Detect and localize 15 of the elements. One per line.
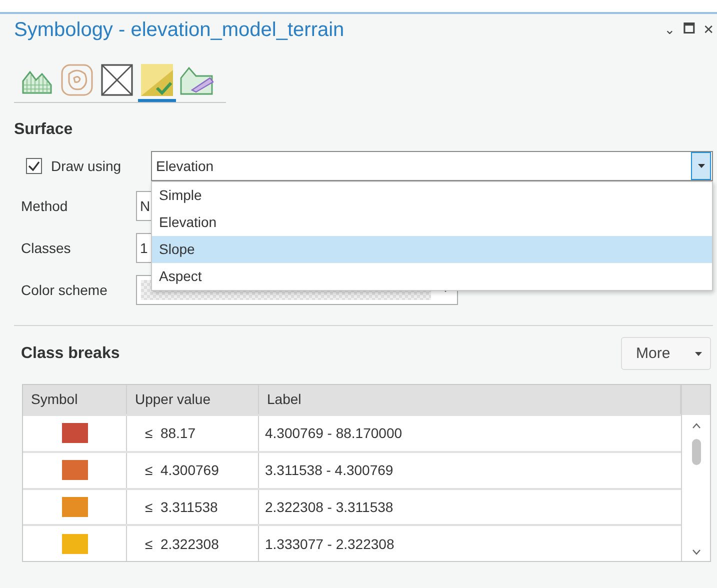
section-heading: Surface: [14, 121, 74, 139]
table-cell: ≤ 3.311538: [127, 490, 259, 524]
field-label: Color scheme: [20, 282, 108, 298]
table-cell-text: 4.300769 - 88.170000: [264, 424, 404, 444]
checkbox-label: Draw using: [51, 158, 122, 174]
section-heading: Class breaks: [21, 344, 120, 362]
table-cell-text: 3.311538 - 4.300769: [264, 461, 394, 480]
table-cell-text: 2.322308 - 3.311538: [264, 498, 394, 517]
field-label: Method: [20, 198, 69, 214]
table-cell: ≤ 4.300769: [127, 452, 259, 488]
field-label: Classes: [20, 240, 72, 256]
table-cell: ≤ 88.17: [127, 416, 259, 451]
table-cell-text: 1.333077 - 2.322308: [264, 534, 396, 554]
table-cell: ≤ 2.322308: [127, 526, 259, 561]
window-title: Symbology - elevation_model_terrain: [14, 18, 344, 42]
